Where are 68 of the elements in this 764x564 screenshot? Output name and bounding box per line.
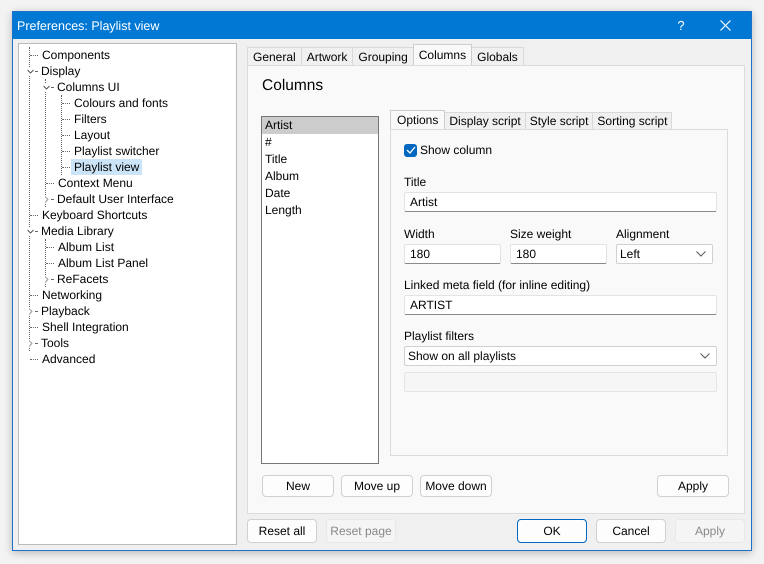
tree-item[interactable]: Display bbox=[38, 63, 84, 79]
close-icon bbox=[720, 20, 730, 31]
dropdown[interactable]: Show on all playlists bbox=[404, 346, 717, 366]
chevron-down-icon[interactable] bbox=[27, 68, 34, 74]
tree-item[interactable]: Columns UI bbox=[54, 79, 123, 95]
tree-item[interactable]: Colours and fonts bbox=[71, 95, 172, 111]
tree-item[interactable]: Playback bbox=[38, 303, 93, 319]
input-field[interactable]: 180 bbox=[510, 244, 607, 264]
tree-item[interactable]: Context Menu bbox=[55, 175, 136, 191]
input-field[interactable]: Artist bbox=[404, 192, 717, 212]
tree-item[interactable]: Media Library bbox=[38, 223, 117, 239]
footer-button[interactable]: OK bbox=[517, 519, 587, 543]
tree-item[interactable]: Filters bbox=[71, 111, 110, 127]
field-label: Width bbox=[404, 227, 436, 241]
tab[interactable]: Display script bbox=[444, 112, 526, 129]
tree-item[interactable]: Keyboard Shortcuts bbox=[39, 207, 150, 223]
field-label: Title bbox=[404, 175, 428, 189]
tree-item[interactable]: Networking bbox=[39, 287, 106, 303]
tab[interactable]: Options bbox=[390, 110, 446, 129]
tree-item[interactable]: Shell Integration bbox=[39, 319, 132, 335]
list-button[interactable]: Move up bbox=[341, 475, 413, 497]
checkbox-label: Show column bbox=[420, 143, 492, 157]
tab[interactable]: Columns bbox=[412, 44, 472, 65]
chevron-right-icon[interactable] bbox=[43, 276, 50, 282]
tab[interactable]: Style script bbox=[524, 112, 594, 129]
apply-button[interactable]: Apply bbox=[657, 475, 729, 497]
list-button[interactable]: Move down bbox=[420, 475, 492, 497]
tree-item[interactable]: Advanced bbox=[39, 351, 98, 367]
window-title: Preferences: Playlist view bbox=[16, 18, 160, 32]
tab[interactable]: Grouping bbox=[352, 47, 414, 65]
field-label: Linked meta field (for inline editing) bbox=[404, 278, 592, 292]
dropdown[interactable]: Left bbox=[616, 244, 713, 264]
input-field[interactable]: ARTIST bbox=[404, 295, 717, 315]
footer-button[interactable]: Reset all bbox=[247, 519, 317, 543]
tree-item[interactable]: ReFacets bbox=[54, 271, 112, 287]
tree-item[interactable]: Components bbox=[39, 47, 114, 63]
tree-item[interactable]: Layout bbox=[71, 127, 114, 143]
list-item[interactable]: Length bbox=[262, 202, 378, 219]
chevron-right-icon[interactable] bbox=[43, 196, 50, 202]
checkbox[interactable] bbox=[404, 144, 417, 156]
tree-item[interactable]: Playlist view bbox=[71, 159, 142, 175]
tree-item[interactable]: Album List Panel bbox=[55, 255, 152, 271]
tree-item[interactable]: Playlist switcher bbox=[71, 143, 162, 159]
list-item[interactable]: Artist bbox=[262, 117, 378, 134]
chevron-right-icon[interactable] bbox=[27, 340, 34, 346]
input-field[interactable]: 180 bbox=[404, 244, 501, 264]
chevron-down-icon[interactable] bbox=[27, 228, 34, 234]
tree-item[interactable]: Album List bbox=[55, 239, 118, 255]
tab[interactable]: Globals bbox=[471, 47, 524, 65]
page-heading: Columns bbox=[262, 77, 324, 96]
list-item[interactable]: Album bbox=[262, 168, 378, 185]
list-item[interactable]: Date bbox=[262, 185, 378, 202]
help-button[interactable]: ? bbox=[659, 12, 703, 39]
chevron-right-icon[interactable] bbox=[27, 308, 34, 314]
list-item[interactable]: # bbox=[262, 134, 378, 151]
footer-button[interactable]: Cancel bbox=[596, 519, 666, 543]
tree-item[interactable]: Tools bbox=[38, 335, 72, 351]
chevron-down-icon bbox=[696, 251, 706, 257]
chevron-down-icon bbox=[700, 353, 710, 359]
field-label: Alignment bbox=[616, 227, 670, 241]
tree-item[interactable]: Default User Interface bbox=[54, 191, 177, 207]
list-button[interactable]: New bbox=[262, 475, 334, 497]
tab[interactable]: Sorting script bbox=[592, 112, 672, 129]
list-item[interactable]: Title bbox=[262, 151, 378, 168]
field-label: Playlist filters bbox=[404, 329, 476, 343]
chevron-down-icon[interactable] bbox=[43, 84, 50, 90]
field-label: Size weight bbox=[510, 227, 572, 241]
tab[interactable]: General bbox=[247, 47, 302, 65]
